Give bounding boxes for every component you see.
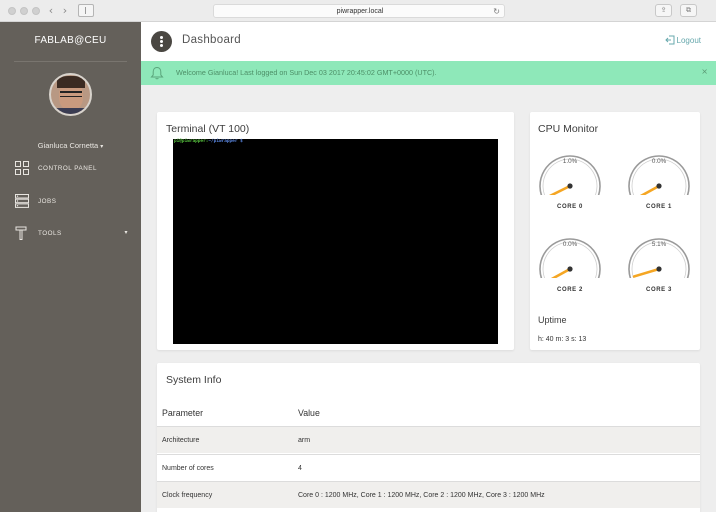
window-close-button[interactable]: [8, 7, 16, 15]
gauge-needle: [550, 267, 572, 278]
dot-icon: [160, 36, 163, 39]
param-cell: Number of cores: [162, 465, 214, 472]
gauge-dial: [628, 155, 690, 195]
system-info-title: System Info: [166, 374, 222, 386]
top-bar: Dashboard Logout: [141, 22, 716, 61]
gauge-value: 5.1%: [651, 241, 667, 248]
sidebar-item-jobs[interactable]: JOBS: [0, 191, 141, 213]
logout-label: Logout: [676, 36, 701, 45]
bell-icon: [150, 66, 164, 80]
gauge-needle: [639, 184, 661, 195]
alert-message: Welcome Gianluca! Last logged on Sun Dec…: [176, 68, 437, 77]
url-text: piwrapper.local: [336, 8, 384, 15]
cpu-gauge-core-2: 0.0% CORE 2: [535, 228, 605, 308]
terminal-title: Terminal (VT 100): [166, 123, 250, 135]
brand-title: FABLAB@CEU: [34, 35, 107, 46]
cpu-gauge-core-1: 0.0% CORE 1: [624, 145, 694, 225]
browser-toolbar: ‹ › piwrapper.local ↻ ⇪ ⧉: [0, 0, 716, 22]
cpu-gauge-core-3: 5.1% CORE 3: [624, 228, 694, 308]
main-content: Terminal (VT 100) pi@piwrapper:~/piwrapp…: [141, 85, 716, 512]
param-cell: Clock frequency: [162, 492, 213, 499]
gauge-hub: [567, 266, 573, 272]
menu-button[interactable]: [151, 31, 172, 52]
cpu-monitor-title: CPU Monitor: [538, 123, 599, 135]
gauge-dial: [539, 155, 601, 195]
avatar-glasses: [60, 91, 82, 97]
user-name: Gianluca Cornetta: [37, 141, 99, 150]
sidebar-toggle-icon[interactable]: [78, 4, 94, 17]
avatar-shirt: [51, 108, 90, 114]
cpu-monitor-card: CPU Monitor 1.0% CORE 0 0.0% CORE 1 0.0%…: [530, 112, 700, 350]
sidebar-item-tools[interactable]: TOOLS ▾: [0, 223, 141, 245]
window-minimize-button[interactable]: [20, 7, 28, 15]
uptime-value: h: 40 m: 3 s: 13: [538, 336, 587, 343]
prompt-user: pi@piwrapper: [174, 139, 206, 144]
prompt-path: ~/piwrapper $: [208, 139, 243, 144]
terminal-screen[interactable]: pi@piwrapper:~/piwrapper $: [173, 139, 498, 344]
sidebar: FABLAB@CEU Gianluca Cornetta ▾ CONTROL PA…: [0, 22, 141, 512]
uptime-title: Uptime: [538, 315, 567, 325]
avatar-hair: [57, 76, 85, 88]
dot-icon: [160, 40, 163, 43]
column-header-parameter: Parameter: [162, 408, 204, 418]
gauge-dial: [628, 238, 690, 278]
gauge-dial: [539, 238, 601, 278]
window-zoom-button[interactable]: [32, 7, 40, 15]
hammer-icon: [15, 226, 27, 240]
table-row: Architecture arm: [157, 426, 700, 453]
cpu-gauge-core-0: 1.0% CORE 0: [535, 145, 605, 225]
close-icon[interactable]: ×: [701, 67, 708, 76]
page-title: Dashboard: [182, 34, 241, 46]
column-header-value: Value: [298, 408, 320, 418]
param-cell: Architecture: [162, 437, 200, 444]
table-row: Number of cores 4: [157, 454, 700, 481]
gauge-label: CORE 2: [557, 287, 583, 293]
gauge-label: CORE 0: [557, 204, 583, 210]
logout-icon: [664, 35, 675, 45]
gauge-value: 1.0%: [562, 158, 578, 165]
sidebar-divider: [14, 61, 127, 62]
table-header-row: Parameter Value: [157, 399, 700, 426]
table-row: Clock frequency Core 0 : 1200 MHz, Core …: [157, 481, 700, 508]
sidebar-item-label: JOBS: [38, 198, 57, 205]
gauge-value: 0.0%: [562, 241, 578, 248]
caret-down-icon: ▾: [124, 229, 128, 236]
chevron-right-icon[interactable]: ›: [58, 4, 72, 18]
caret-down-icon: ▾: [100, 143, 104, 150]
grid-icon: [15, 161, 29, 175]
address-bar[interactable]: piwrapper.local ↻: [213, 4, 505, 18]
gauge-value: 0.0%: [651, 158, 667, 165]
system-info-card: System Info Parameter Value Architecture…: [157, 363, 700, 512]
gauge-needle: [548, 184, 572, 195]
server-icon: [15, 194, 29, 208]
terminal-prompt: pi@piwrapper:~/piwrapper $: [174, 139, 243, 145]
share-icon[interactable]: ⇪: [655, 4, 672, 17]
avatar[interactable]: [49, 73, 92, 116]
sidebar-item-label: CONTROL PANEL: [38, 165, 97, 172]
sidebar-item-label: TOOLS: [38, 230, 62, 237]
dot-icon: [160, 44, 163, 47]
chevron-left-icon[interactable]: ‹: [44, 4, 58, 18]
gauge-label: CORE 1: [646, 204, 672, 210]
terminal-card: Terminal (VT 100) pi@piwrapper:~/piwrapp…: [157, 112, 514, 350]
gauge-hub: [656, 183, 662, 189]
value-cell: Core 0 : 1200 MHz, Core 1 : 1200 MHz, Co…: [298, 492, 545, 499]
sidebar-item-control-panel[interactable]: CONTROL PANEL: [0, 158, 141, 180]
value-cell: arm: [298, 437, 311, 444]
logout-link[interactable]: Logout: [664, 35, 701, 45]
value-cell: 4: [298, 465, 302, 472]
gauge-needle: [632, 267, 661, 278]
gauge-hub: [656, 266, 662, 272]
welcome-alert: Welcome Gianluca! Last logged on Sun Dec…: [141, 61, 716, 85]
user-menu[interactable]: Gianluca Cornetta ▾: [0, 141, 141, 150]
gauge-label: CORE 3: [646, 287, 672, 293]
reload-icon[interactable]: ↻: [493, 5, 500, 18]
gauge-hub: [567, 183, 573, 189]
tabs-icon[interactable]: ⧉: [680, 4, 697, 17]
